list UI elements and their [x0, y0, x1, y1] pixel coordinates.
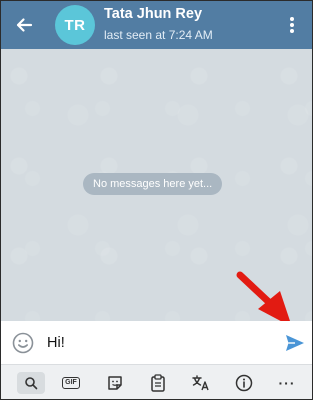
- gif-icon: GIF: [62, 377, 80, 389]
- sticker-icon: [108, 376, 122, 390]
- avatar[interactable]: TR: [55, 5, 95, 45]
- more-vertical-icon: [290, 17, 294, 33]
- contact-name[interactable]: Tata Jhun Rey: [104, 6, 202, 22]
- back-arrow-icon: [16, 18, 33, 32]
- more-options-button[interactable]: [280, 11, 304, 39]
- info-button[interactable]: [232, 372, 256, 394]
- translate-icon: [192, 375, 209, 391]
- emoji-icon: [12, 332, 34, 354]
- composer-bar: [1, 321, 312, 364]
- last-seen-status: last seen at 7:24 AM: [104, 28, 213, 42]
- emoji-button[interactable]: [11, 331, 35, 355]
- telegram-chat-screen: TR Tata Jhun Rey last seen at 7:24 AM No…: [0, 0, 313, 400]
- send-button[interactable]: [283, 331, 307, 355]
- empty-chat-notice: No messages here yet...: [83, 173, 223, 195]
- chat-header: TR Tata Jhun Rey last seen at 7:24 AM: [1, 1, 312, 49]
- message-input[interactable]: [47, 331, 267, 355]
- sticker-button[interactable]: [103, 372, 127, 394]
- more-tools-button[interactable]: ···: [275, 372, 299, 394]
- search-icon: [25, 377, 38, 390]
- keyboard-toolbar: GIF ···: [1, 364, 312, 399]
- back-button[interactable]: [9, 10, 39, 40]
- translate-button[interactable]: [189, 372, 213, 394]
- clipboard-icon: [151, 374, 165, 392]
- keyboard-search-button[interactable]: [17, 372, 45, 394]
- gif-button[interactable]: GIF: [59, 372, 83, 394]
- info-icon: [235, 374, 253, 392]
- send-icon: [286, 335, 304, 351]
- clipboard-button[interactable]: [146, 372, 170, 394]
- more-icon: ···: [278, 375, 296, 391]
